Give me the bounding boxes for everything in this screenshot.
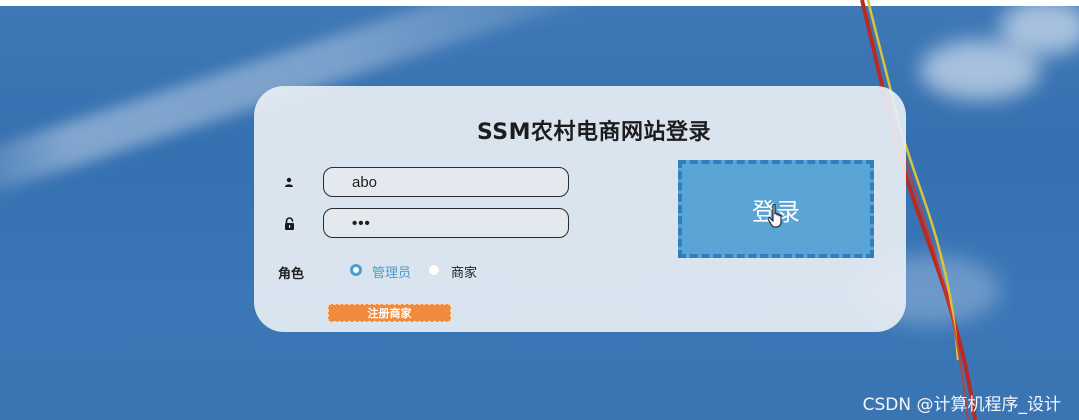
hand-pointer-icon <box>767 203 782 228</box>
role-option-admin-label[interactable]: 管理员 <box>372 262 411 281</box>
password-input[interactable] <box>323 208 569 238</box>
page-title: SSM农村电商网站登录 <box>476 120 712 145</box>
login-panel: SSM农村电商网站登录 角色 管理员 商家 注册商家 登录 <box>254 86 906 332</box>
role-radio-merchant[interactable] <box>428 264 440 276</box>
username-input[interactable] <box>323 167 569 197</box>
user-icon <box>282 175 296 189</box>
role-label: 角色 <box>278 267 305 282</box>
role-option-merchant-label[interactable]: 商家 <box>451 262 477 281</box>
role-radio-admin[interactable] <box>350 264 362 276</box>
lock-icon <box>282 216 296 230</box>
register-merchant-button[interactable]: 注册商家 <box>328 304 451 322</box>
watermark: CSDN @计算机程序_设计 <box>862 395 1061 415</box>
